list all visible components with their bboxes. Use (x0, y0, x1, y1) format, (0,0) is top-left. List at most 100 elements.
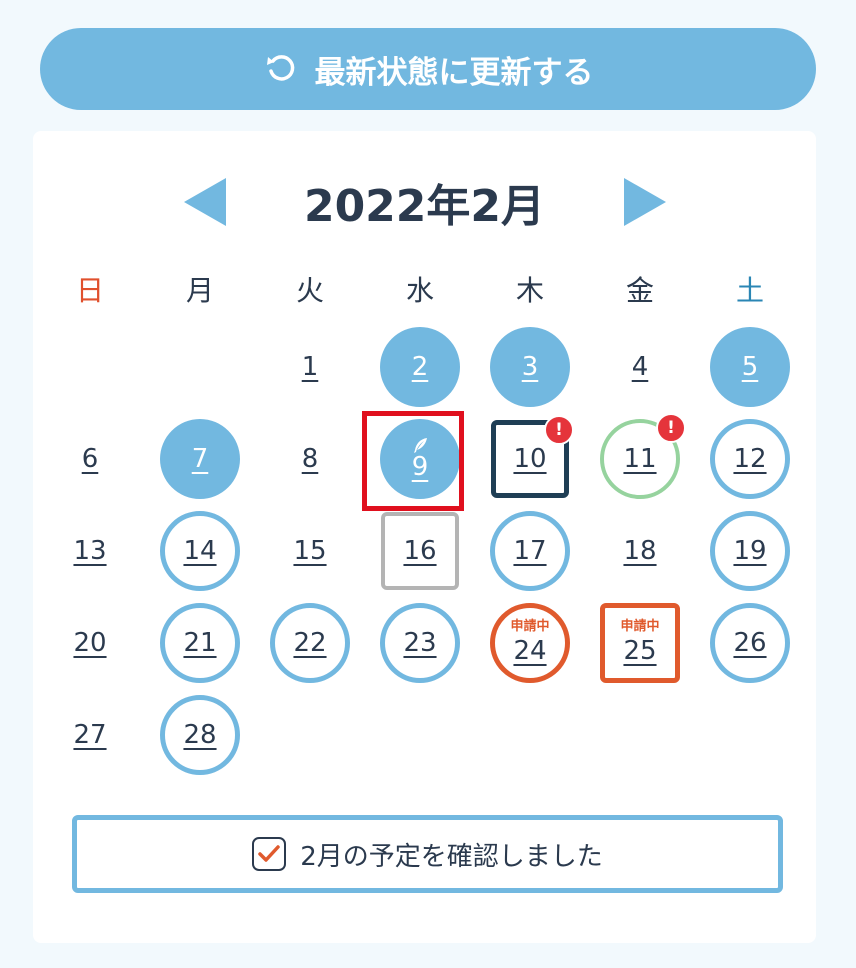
day-14[interactable]: 14 (160, 511, 240, 591)
day-number: 5 (741, 352, 759, 382)
day-18[interactable]: 18 (600, 511, 680, 591)
day-number: 12 (733, 444, 767, 474)
day-8[interactable]: 8 (270, 419, 350, 499)
day-number: 25 (623, 636, 657, 666)
day-cell: 17 (475, 505, 585, 597)
day-28[interactable]: 28 (160, 695, 240, 775)
day-number: 26 (733, 628, 767, 658)
day-7[interactable]: 7 (160, 419, 240, 499)
day-number: 21 (183, 628, 217, 658)
day-cell: 11! (585, 413, 695, 505)
day-cell: 19 (695, 505, 805, 597)
day-4[interactable]: 4 (600, 327, 680, 407)
day-2[interactable]: 2 (380, 327, 460, 407)
day-1[interactable]: 1 (270, 327, 350, 407)
day-5[interactable]: 5 (710, 327, 790, 407)
day-3[interactable]: 3 (490, 327, 570, 407)
day-cell: 申請中 24 (475, 597, 585, 689)
day-number: 11 (623, 444, 657, 474)
day-13[interactable]: 13 (50, 511, 130, 591)
day-cell: 13 (35, 505, 145, 597)
day-number: 18 (623, 536, 657, 566)
day-number: 17 (513, 536, 547, 566)
day-22[interactable]: 22 (270, 603, 350, 683)
pending-tag: 申請中 (620, 619, 660, 634)
day-number: 15 (293, 536, 327, 566)
day-number: 27 (73, 720, 107, 750)
refresh-icon (263, 51, 299, 87)
day-cell: 27 (35, 689, 145, 781)
day-cell: 申請中 25 (585, 597, 695, 689)
day-number: 20 (73, 628, 107, 658)
day-number: 4 (631, 352, 649, 382)
day-cell: 8 (255, 413, 365, 505)
confirm-schedule-button[interactable]: 2月の予定を確認しました (72, 815, 783, 893)
day-cell: 28 (145, 689, 255, 781)
day-number: 24 (513, 636, 547, 666)
calendar-card: 2022年2月 日 月 火 水 木 金 土 1 2 3 4 5 6 7 8 9 10! 11! 12 1… (33, 131, 816, 943)
day-25[interactable]: 申請中 25 (600, 603, 680, 683)
refresh-button[interactable]: 最新状態に更新する (40, 28, 816, 110)
day-number: 7 (191, 444, 209, 474)
day-number: 14 (183, 536, 217, 566)
day-cell: 15 (255, 505, 365, 597)
day-15[interactable]: 15 (270, 511, 350, 591)
weekday-wednesday: 水 (405, 274, 434, 307)
triangle-left-icon (183, 178, 226, 226)
day-11[interactable]: 11! (600, 413, 686, 499)
day-21[interactable]: 21 (160, 603, 240, 683)
next-month-button[interactable] (621, 178, 669, 226)
weekday-saturday: 土 (735, 274, 764, 307)
day-19[interactable]: 19 (710, 511, 790, 591)
day-grid: 1 2 3 4 5 6 7 8 9 10! 11! 12 13 14 15 16 17 18 19 20 21 22 23 申… (35, 321, 805, 781)
day-cell: 14 (145, 505, 255, 597)
pending-tag: 申請中 (510, 619, 550, 634)
alert-badge: ! (656, 413, 686, 443)
day-cell: 18 (585, 505, 695, 597)
day-cell: 21 (145, 597, 255, 689)
day-20[interactable]: 20 (50, 603, 130, 683)
day-number: 13 (73, 536, 107, 566)
day-number: 6 (81, 444, 99, 474)
day-cell: 4 (585, 321, 695, 413)
day-17[interactable]: 17 (490, 511, 570, 591)
check-icon (258, 845, 280, 862)
alert-badge: ! (544, 415, 574, 445)
day-26[interactable]: 26 (710, 603, 790, 683)
weekday-thursday: 木 (515, 274, 544, 307)
confirm-checkbox[interactable] (252, 837, 287, 871)
day-27[interactable]: 27 (50, 695, 130, 775)
day-23[interactable]: 23 (380, 603, 460, 683)
day-16[interactable]: 16 (381, 512, 459, 590)
day-12[interactable]: 12 (710, 419, 790, 499)
day-number: 28 (183, 720, 217, 750)
day-24[interactable]: 申請中 24 (490, 603, 570, 683)
triangle-right-icon (623, 178, 666, 226)
day-cell: 1 (255, 321, 365, 413)
month-navigation: 2022年2月 (33, 171, 816, 233)
day-number: 2 (411, 352, 429, 382)
day-6[interactable]: 6 (50, 419, 130, 499)
day-number: 8 (301, 444, 319, 474)
refresh-label: 最新状態に更新する (314, 54, 594, 91)
day-cell: 10! (475, 413, 585, 505)
day-number: 9 (411, 452, 429, 482)
month-title: 2022年2月 (303, 181, 546, 232)
confirm-label: 2月の予定を確認しました (300, 841, 603, 872)
day-10[interactable]: 10! (491, 415, 574, 498)
prev-month-button[interactable] (181, 178, 229, 226)
day-number: 3 (521, 352, 539, 382)
day-cell: 6 (35, 413, 145, 505)
weekday-monday: 月 (185, 274, 214, 307)
day-9[interactable]: 9 (380, 419, 460, 499)
weekday-tuesday: 火 (295, 274, 324, 307)
day-cell: 23 (365, 597, 475, 689)
day-number: 22 (293, 628, 327, 658)
weekday-header: 日 月 火 水 木 金 土 (35, 269, 805, 309)
day-cell: 12 (695, 413, 805, 505)
weekday-sunday: 日 (75, 274, 104, 307)
day-cell: 9 (362, 411, 475, 511)
day-number: 16 (403, 536, 437, 566)
day-cell: 7 (145, 413, 255, 505)
day-cell: 26 (695, 597, 805, 689)
